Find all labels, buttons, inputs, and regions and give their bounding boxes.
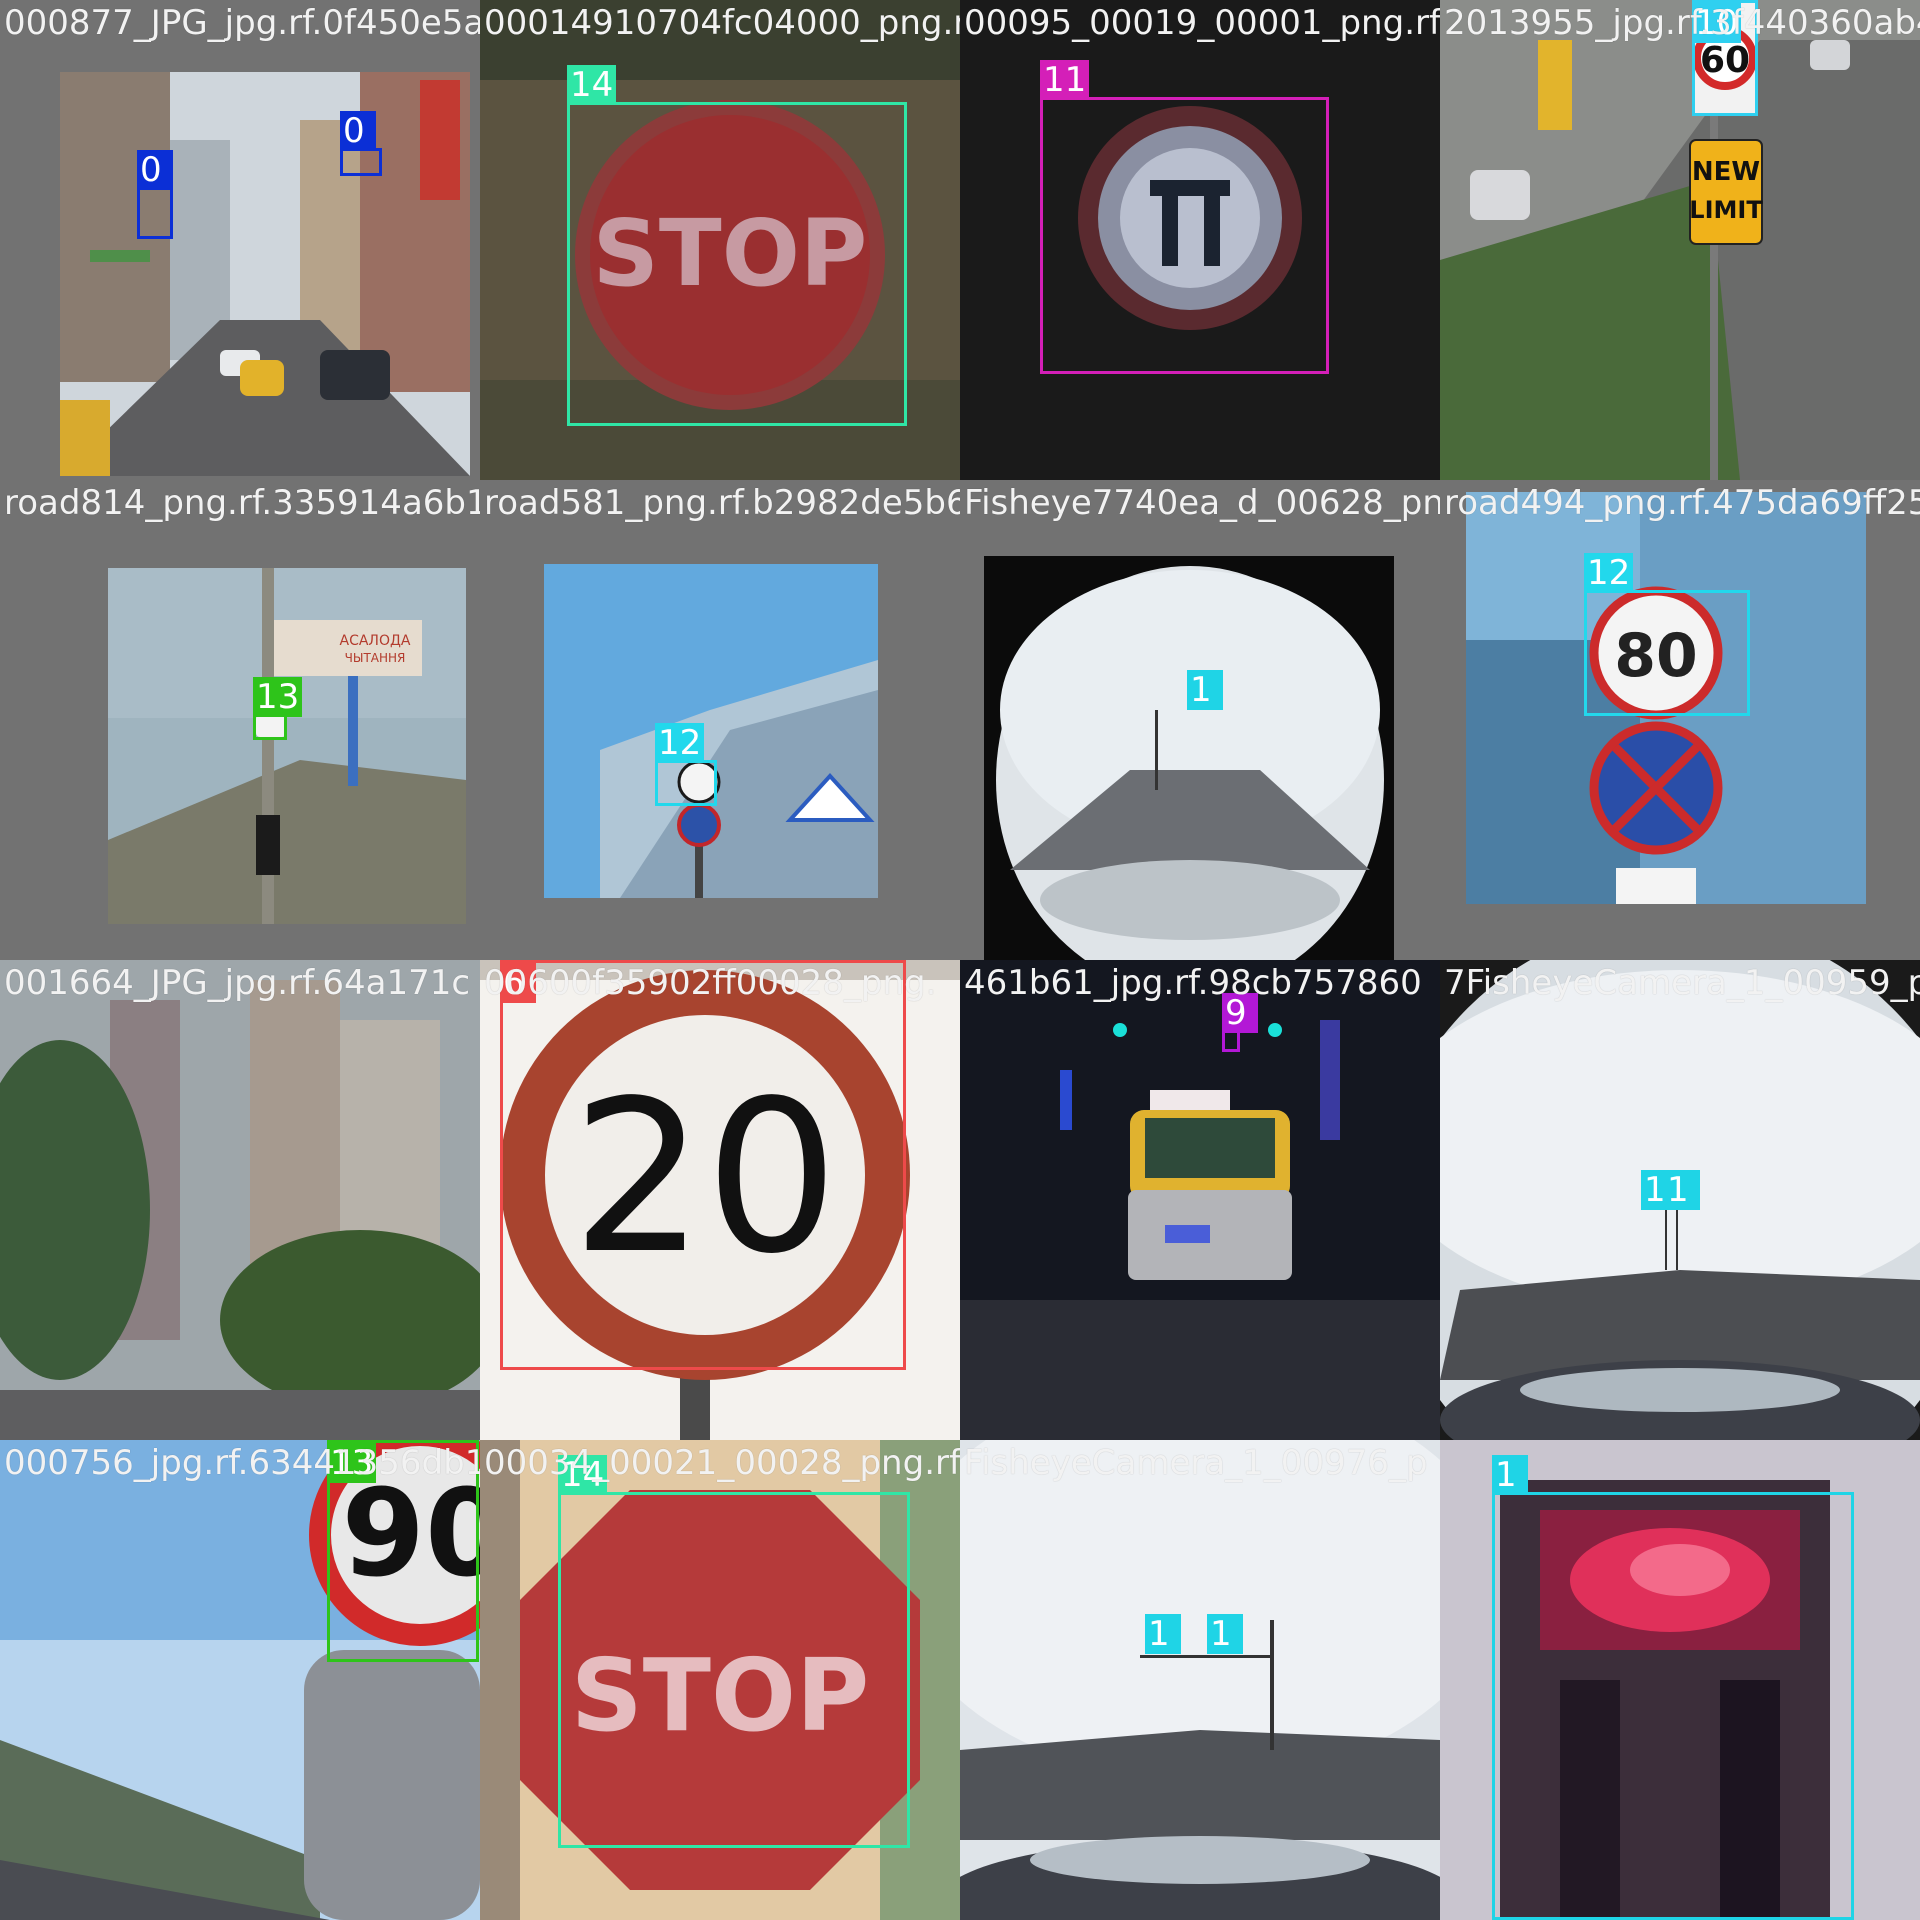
tile-image (960, 960, 1440, 1440)
detection-box: 13 (253, 677, 303, 740)
mosaic-tile: 461b61_jpg.rf.98cb757860 9 (960, 960, 1440, 1440)
tile-caption: 000756_jpg.rf.63441356db1 (4, 1443, 480, 1483)
tile-image (960, 480, 1440, 960)
detection-label: 13 (253, 677, 303, 717)
detection-label: 1 (1207, 1614, 1243, 1654)
svg-text:ЧЫТАННЯ: ЧЫТАННЯ (345, 651, 406, 665)
tile-image: 60 NEW LIMIT (1440, 0, 1920, 480)
detection-box: 6 (500, 960, 906, 1370)
tile-image (0, 0, 480, 480)
detection-label: 1 (1187, 670, 1223, 710)
detection-box: 1 (1492, 1455, 1854, 1920)
svg-text:NEW: NEW (1692, 157, 1760, 187)
mosaic-tile: 001664_JPG_jpg.rf.64a171c (0, 960, 480, 1440)
tile-caption: road814_png.rf.335914a6b1 (4, 483, 480, 523)
detection-label: 11 (1040, 60, 1090, 100)
tile-image: АСАЛОДА ЧЫТАННЯ (0, 480, 480, 960)
mosaic-tile: 60 NEW LIMIT 2013955_jpg.rf.3f440360ab4 10 (1440, 0, 1920, 480)
detection-label: 1 (1145, 1614, 1181, 1654)
mosaic-tile: 20 00600f35902ff00028_png. 6 (480, 960, 960, 1440)
tile-caption: road494_png.rf.475da69ff25 (1444, 483, 1920, 523)
tile-image (0, 960, 480, 1440)
detection-label: 12 (1584, 553, 1634, 593)
mosaic-tile: 00095_00019_00001_png.rf. 11 (960, 0, 1440, 480)
detection-box: 0 (137, 150, 173, 239)
mosaic-tile: АСАЛОДА ЧЫТАННЯ road814_png.rf.335914a6b1 1… (0, 480, 480, 960)
tile-caption: 00095_00019_00001_png.rf. (964, 3, 1440, 43)
mosaic-tile: 000877_JPG_jpg.rf.0f450e5a 0 0 (0, 0, 480, 480)
mosaic-tile: 90 000756_jpg.rf.63441356db1 13 (0, 1440, 480, 1920)
tile-image (960, 1440, 1440, 1920)
detection-box: 9 (1222, 993, 1258, 1052)
mosaic-grid: 000877_JPG_jpg.rf.0f450e5a 0 0 STOP 00014910… (0, 0, 1920, 1920)
detection-box: 14 (567, 65, 907, 426)
detection-box: 12 (655, 723, 717, 806)
tile-caption: 2013955_jpg.rf.3f440360ab4 (1444, 3, 1920, 43)
mosaic-tile: road581_png.rf.b2982de5b6938 12 (480, 480, 960, 960)
tile-caption: 00034_00021_00028_png.rf. (484, 1443, 960, 1483)
tile-caption: road581_png.rf.b2982de5b6938 (484, 483, 960, 523)
detection-label: 12 (655, 723, 705, 763)
detection-box: 11 (1040, 60, 1329, 374)
tile-caption: 00014910704fc04000_png.rf. (484, 3, 960, 43)
detection-label: 1 (1664, 1170, 1700, 1210)
tile-caption: 000877_JPG_jpg.rf.0f450e5a (4, 3, 480, 43)
tile-image (480, 480, 960, 960)
tile-caption: 7FisheyeCamera_1_00959_p (1444, 963, 1920, 1003)
tile-caption: Fisheye7740ea_d_00628_pn (964, 483, 1440, 523)
detection-label: 0 (137, 150, 173, 190)
detection-label: 1 (1492, 1455, 1528, 1495)
mosaic-tile: STOP 00034_00021_00028_png.rf. 14 (480, 1440, 960, 1920)
detection-label: 0 (340, 111, 376, 151)
tile-image: 80 (1440, 480, 1920, 960)
svg-text:АСАЛОДА: АСАЛОДА (340, 633, 411, 649)
mosaic-tile: STOP 00014910704fc04000_png.rf. 14 (480, 0, 960, 480)
tile-caption: 00600f35902ff00028_png. (484, 963, 937, 1003)
mosaic-tile: 1 (1440, 1440, 1920, 1920)
detection-box: 12 (1584, 553, 1750, 716)
detection-label: 14 (567, 65, 617, 105)
tile-caption: FisheyeCamera_1_00976_p (964, 1443, 1428, 1483)
tile-caption: 001664_JPG_jpg.rf.64a171c (4, 963, 471, 1003)
mosaic-tile: 80 road494_png.rf.475da69ff25 12 (1440, 480, 1920, 960)
tile-caption: 461b61_jpg.rf.98cb757860 (964, 963, 1422, 1003)
mosaic-tile: Fisheye7740ea_d_00628_pn 1 (960, 480, 1440, 960)
svg-text:LIMIT: LIMIT (1689, 196, 1763, 224)
mosaic-tile: FisheyeCamera_1_00976_p 1 1 (960, 1440, 1440, 1920)
mosaic-tile: 7FisheyeCamera_1_00959_p 1 1 (1440, 960, 1920, 1440)
detection-box: 0 (340, 111, 382, 176)
detection-box: 14 (558, 1455, 910, 1848)
